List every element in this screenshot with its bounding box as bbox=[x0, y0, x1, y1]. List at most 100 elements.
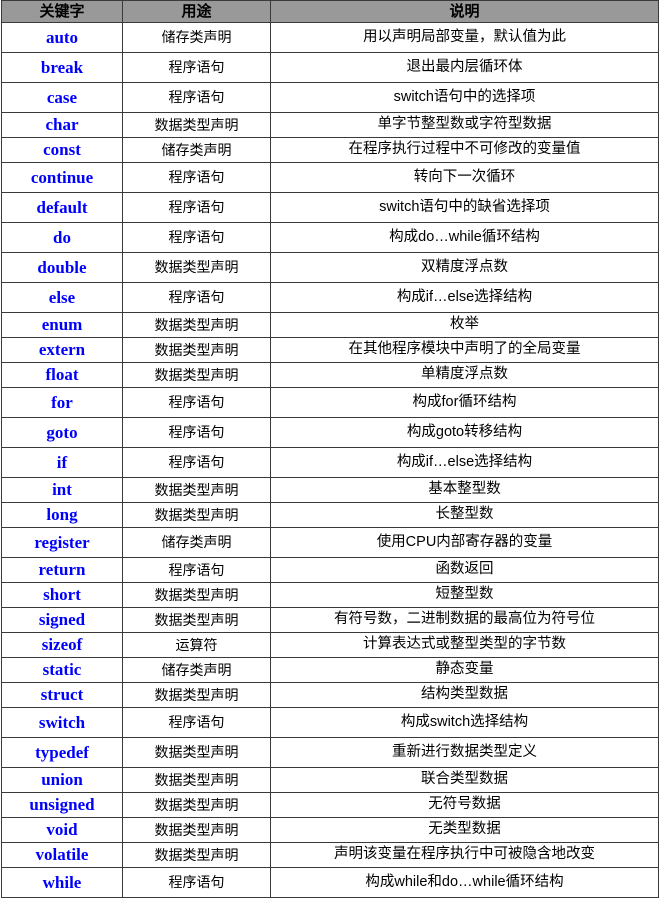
cell-usage: 数据类型声明 bbox=[122, 842, 271, 868]
table-row: return 程序语句 函数返回 bbox=[1, 557, 659, 583]
table-row: char 数据类型声明 单字节整型数或字符型数据 bbox=[1, 112, 659, 138]
table-row: extern 数据类型声明 在其他程序模块中声明了的全局变量 bbox=[1, 337, 659, 363]
table-row: for 程序语句 构成for循环结构 bbox=[1, 387, 659, 418]
cell-description: 构成while和do…while循环结构 bbox=[270, 867, 659, 898]
cell-usage: 程序语句 bbox=[122, 867, 271, 898]
cell-usage: 程序语句 bbox=[122, 557, 271, 583]
cell-usage: 运算符 bbox=[122, 632, 271, 658]
cell-keyword: long bbox=[1, 502, 123, 528]
cell-description: 无符号数据 bbox=[270, 792, 659, 818]
table-row: case 程序语句 switch语句中的选择项 bbox=[1, 82, 659, 113]
table-row: const 储存类声明 在程序执行过程中不可修改的变量值 bbox=[1, 137, 659, 163]
cell-keyword: auto bbox=[1, 22, 123, 53]
cell-keyword: continue bbox=[1, 162, 123, 193]
cell-description: switch语句中的缺省选择项 bbox=[270, 192, 659, 223]
table-row: void 数据类型声明 无类型数据 bbox=[1, 817, 659, 843]
cell-description: 双精度浮点数 bbox=[270, 252, 659, 283]
table-row: default 程序语句 switch语句中的缺省选择项 bbox=[1, 192, 659, 223]
table-row: register 储存类声明 使用CPU内部寄存器的变量 bbox=[1, 527, 659, 558]
column-header-keyword: 关键字 bbox=[1, 0, 123, 23]
cell-keyword: switch bbox=[1, 707, 123, 738]
cell-usage: 程序语句 bbox=[122, 82, 271, 113]
table-row: volatile 数据类型声明 声明该变量在程序执行中可被隐含地改变 bbox=[1, 842, 659, 868]
table-row: if 程序语句 构成if…else选择结构 bbox=[1, 447, 659, 478]
cell-description: 构成if…else选择结构 bbox=[270, 447, 659, 478]
cell-description: 构成for循环结构 bbox=[270, 387, 659, 418]
cell-usage: 程序语句 bbox=[122, 417, 271, 448]
cell-keyword: if bbox=[1, 447, 123, 478]
cell-description: 构成if…else选择结构 bbox=[270, 282, 659, 313]
table-row: double 数据类型声明 双精度浮点数 bbox=[1, 252, 659, 283]
table-row: float 数据类型声明 单精度浮点数 bbox=[1, 362, 659, 388]
cell-description: 静态变量 bbox=[270, 657, 659, 683]
table-row: continue 程序语句 转向下一次循环 bbox=[1, 162, 659, 193]
cell-keyword: static bbox=[1, 657, 123, 683]
cell-usage: 储存类声明 bbox=[122, 137, 271, 163]
cell-keyword: int bbox=[1, 477, 123, 503]
cell-description: 重新进行数据类型定义 bbox=[270, 737, 659, 768]
table-row: union 数据类型声明 联合类型数据 bbox=[1, 767, 659, 793]
cell-description: 单精度浮点数 bbox=[270, 362, 659, 388]
table-row: unsigned 数据类型声明 无符号数据 bbox=[1, 792, 659, 818]
cell-keyword: case bbox=[1, 82, 123, 113]
table-body: auto 储存类声明 用以声明局部变量，默认值为此 break 程序语句 退出最内层循环体… bbox=[1, 22, 659, 898]
table-row: int 数据类型声明 基本整型数 bbox=[1, 477, 659, 503]
cell-usage: 程序语句 bbox=[122, 282, 271, 313]
cell-usage: 程序语句 bbox=[122, 707, 271, 738]
cell-keyword: register bbox=[1, 527, 123, 558]
cell-description: 单字节整型数或字符型数据 bbox=[270, 112, 659, 138]
cell-usage: 数据类型声明 bbox=[122, 607, 271, 633]
column-header-description: 说明 bbox=[270, 0, 659, 23]
cell-keyword: goto bbox=[1, 417, 123, 448]
cell-keyword: char bbox=[1, 112, 123, 138]
cell-keyword: default bbox=[1, 192, 123, 223]
cell-description: 短整型数 bbox=[270, 582, 659, 608]
cell-usage: 储存类声明 bbox=[122, 527, 271, 558]
cell-usage: 储存类声明 bbox=[122, 657, 271, 683]
cell-usage: 数据类型声明 bbox=[122, 792, 271, 818]
table-row: break 程序语句 退出最内层循环体 bbox=[1, 52, 659, 83]
cell-description: 构成do…while循环结构 bbox=[270, 222, 659, 253]
table-row: goto 程序语句 构成goto转移结构 bbox=[1, 417, 659, 448]
cell-usage: 数据类型声明 bbox=[122, 112, 271, 138]
cell-keyword: void bbox=[1, 817, 123, 843]
cell-keyword: signed bbox=[1, 607, 123, 633]
cell-usage: 数据类型声明 bbox=[122, 737, 271, 768]
cell-usage: 数据类型声明 bbox=[122, 767, 271, 793]
cell-keyword: for bbox=[1, 387, 123, 418]
cell-usage: 数据类型声明 bbox=[122, 337, 271, 363]
cell-usage: 数据类型声明 bbox=[122, 477, 271, 503]
cell-usage: 程序语句 bbox=[122, 222, 271, 253]
table-row: else 程序语句 构成if…else选择结构 bbox=[1, 282, 659, 313]
cell-description: 基本整型数 bbox=[270, 477, 659, 503]
cell-usage: 程序语句 bbox=[122, 387, 271, 418]
cell-description: 用以声明局部变量，默认值为此 bbox=[270, 22, 659, 53]
cell-keyword: while bbox=[1, 867, 123, 898]
cell-description: 在程序执行过程中不可修改的变量值 bbox=[270, 137, 659, 163]
cell-keyword: double bbox=[1, 252, 123, 283]
table-row: sizeof 运算符 计算表达式或整型类型的字节数 bbox=[1, 632, 659, 658]
cell-description: 使用CPU内部寄存器的变量 bbox=[270, 527, 659, 558]
cell-usage: 数据类型声明 bbox=[122, 362, 271, 388]
cell-description: 无类型数据 bbox=[270, 817, 659, 843]
cell-keyword: struct bbox=[1, 682, 123, 708]
table-row: auto 储存类声明 用以声明局部变量，默认值为此 bbox=[1, 22, 659, 53]
table-row: do 程序语句 构成do…while循环结构 bbox=[1, 222, 659, 253]
cell-usage: 数据类型声明 bbox=[122, 312, 271, 338]
cell-keyword: do bbox=[1, 222, 123, 253]
cell-usage: 数据类型声明 bbox=[122, 817, 271, 843]
cell-keyword: return bbox=[1, 557, 123, 583]
cell-usage: 程序语句 bbox=[122, 162, 271, 193]
cell-description: 联合类型数据 bbox=[270, 767, 659, 793]
table-row: while 程序语句 构成while和do…while循环结构 bbox=[1, 867, 659, 898]
cell-description: 枚举 bbox=[270, 312, 659, 338]
table-row: signed 数据类型声明 有符号数，二进制数据的最高位为符号位 bbox=[1, 607, 659, 633]
cell-keyword: unsigned bbox=[1, 792, 123, 818]
cell-description: 构成switch选择结构 bbox=[270, 707, 659, 738]
cell-description: 长整型数 bbox=[270, 502, 659, 528]
cell-keyword: break bbox=[1, 52, 123, 83]
cell-keyword: typedef bbox=[1, 737, 123, 768]
c-keywords-table: 关键字 用途 说明 auto 储存类声明 用以声明局部变量，默认值为此 break 程序… bbox=[1, 0, 659, 898]
cell-keyword: const bbox=[1, 137, 123, 163]
table-row: switch 程序语句 构成switch选择结构 bbox=[1, 707, 659, 738]
